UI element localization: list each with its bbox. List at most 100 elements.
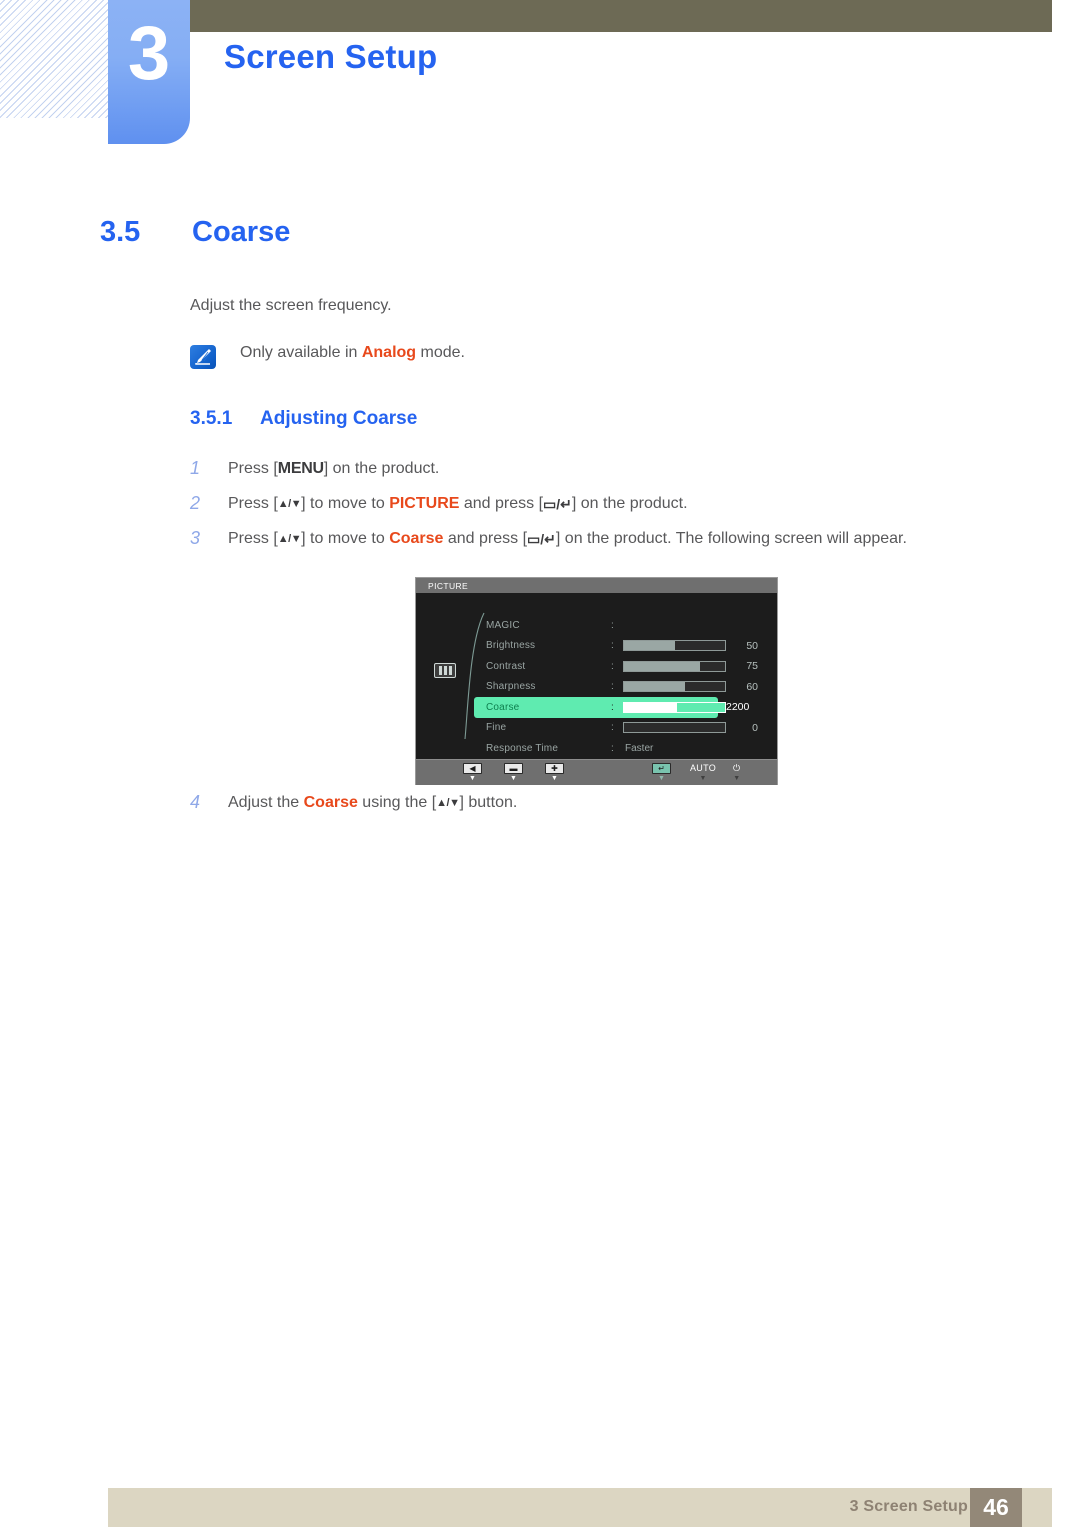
auto-button[interactable]: AUTO ▼ [690,763,716,783]
note-highlight: Analog [361,344,417,361]
updown-arrow-icon: ▲/▼ [436,797,460,809]
osd-row-value: 60 [746,680,758,693]
note-pencil-icon [190,345,216,369]
note-prefix: Only available in [240,344,362,361]
step-text-run: using the [ [357,794,437,811]
osd-row-sharpness[interactable]: Sharpness: 60 [478,677,774,698]
step-4-text: Adjust the Coarse using the [▲/▼] button… [228,792,517,814]
osd-row-label: Coarse [486,701,520,713]
step-text-run: and press [ [443,530,528,547]
step-2: 2 Press [▲/▼] to move to PICTURE and pres… [190,493,1020,515]
osd-row-fine[interactable]: Fine: 0 [478,718,774,739]
step-text-run: ] on the product. The following screen w… [555,530,907,547]
step-text-run: ] on the product. [571,495,688,512]
enter-key-icon: ▭/↵ [543,496,572,512]
osd-row-colon: : [611,722,614,734]
osd-row-colon: : [611,619,614,631]
steps-list: 1 Press [MENU] on the product. 2 Press [▲/▼… [190,458,1020,563]
auto-button-glyph: AUTO [690,763,717,773]
chapter-title: Screen Setup [224,38,438,75]
osd-slider[interactable] [623,722,726,734]
step-text-run: and press [ [459,495,544,512]
caret-down-icon: ▼ [733,775,741,782]
plus-button[interactable]: ✚ ▼ [545,763,564,783]
osd-slider-fill [624,702,677,712]
osd-slider[interactable] [623,640,726,652]
osd-row-label: Sharpness [486,681,536,693]
subsection-title-text: Adjusting Coarse [260,408,418,429]
osd-row-label: MAGIC [486,619,520,631]
osd-row-magic[interactable]: MAGIC: [478,615,774,636]
caret-down-icon: ▼ [551,775,558,782]
osd-slider-fill [624,641,675,651]
osd-slider-fill [624,661,700,671]
osd-row-label: Brightness [486,640,536,652]
osd-button-bar: ◀ ▼ ▬ ▼ ✚ ▼ ↵ ▼ AUTO ▼ ⏻ ▼ [416,759,777,785]
note-suffix: mode. [416,344,465,361]
footer-page-box: 46 [970,1488,1022,1527]
caret-down-icon: ▼ [699,775,707,782]
caret-down-icon: ▼ [469,775,476,782]
osd-row-value: 0 [752,721,758,734]
power-button-glyph: ⏻ [733,763,741,773]
subsection-number: 3.5.1 [190,408,233,429]
osd-slider[interactable] [623,681,726,693]
osd-row-colon: : [611,640,614,652]
updown-arrow-icon: ▲/▼ [277,533,302,545]
caret-down-icon: ▼ [658,775,665,782]
step-text-run: Press [ [228,495,278,512]
step-1-text: Press [MENU] on the product. [228,458,439,480]
osd-row-brightness[interactable]: Brightness: 50 [478,636,774,657]
osd-slider-fill [624,682,685,692]
enter-button-glyph: ↵ [652,763,671,774]
left-arrow-button[interactable]: ◀ ▼ [463,763,482,783]
step-text-run: Press [ [228,460,278,477]
osd-row-contrast[interactable]: Contrast: 75 [478,656,774,677]
osd-row-value: 50 [746,639,758,652]
step-text-run: ] to move to [301,495,390,512]
subsection-heading: 3.5.1 Adjusting Coarse [190,408,417,430]
step-text-run: ] button. [459,794,518,811]
osd-row-value: 75 [746,660,758,673]
step-1-number: 1 [190,458,201,478]
enter-key-icon: ▭/↵ [527,531,556,547]
chapter-number: 3 [127,11,171,96]
osd-body: MAGIC: Brightness: 50 Contrast: 75 Sharpness:… [416,593,777,759]
menu-term: Coarse [303,794,358,811]
step-text-run: ] on the product. [323,460,440,477]
minus-button-glyph: ▬ [504,763,523,774]
osd-title: PICTURE [428,580,469,591]
osd-row-colon: : [611,701,614,713]
osd-screenshot: PICTURE MAGIC: Brightness: 50 Contrast: 75 Sh… [415,577,778,785]
footer-page-number: 46 [983,1494,1009,1520]
note-text: Only available in Analog mode. [240,344,465,362]
decorative-hatch-pattern [0,0,112,118]
step-3: 3 Press [▲/▼] to move to Coarse and press… [190,528,1020,550]
step-3-number: 3 [190,528,201,548]
section-number: 3.5 [100,216,141,248]
power-button[interactable]: ⏻ ▼ [733,763,740,783]
step-text-run: ] to move to [301,530,390,547]
step-2-number: 2 [190,493,201,513]
osd-row-response-time[interactable]: Response Time: Faster [478,738,774,759]
osd-row-label: Contrast [486,660,526,672]
osd-row-value: Faster [625,742,654,754]
step-text-run: Press [ [228,530,278,547]
osd-slider[interactable] [623,701,726,713]
header-olive-bar [190,0,1052,32]
plus-button-glyph: ✚ [545,763,564,774]
osd-row-colon: : [611,660,614,672]
menu-term: Coarse [389,530,444,547]
osd-slider[interactable] [623,660,726,672]
caret-down-icon: ▼ [510,775,517,782]
minus-button[interactable]: ▬ ▼ [504,763,523,783]
step-4: 4 Adjust the Coarse using the [▲/▼] butt… [190,792,517,814]
step-4-number: 4 [190,792,201,812]
footer-label: 3 Screen Setup [849,1498,968,1515]
enter-button[interactable]: ↵ ▼ [652,763,671,783]
osd-row-label: Fine [486,722,507,734]
osd-row-coarse[interactable]: Coarse: 2200 [474,697,749,718]
step-2-text: Press [▲/▼] to move to PICTURE and press… [228,493,688,515]
section-heading: 3.5 Coarse [100,216,290,249]
osd-row-value: 2200 [726,701,750,714]
